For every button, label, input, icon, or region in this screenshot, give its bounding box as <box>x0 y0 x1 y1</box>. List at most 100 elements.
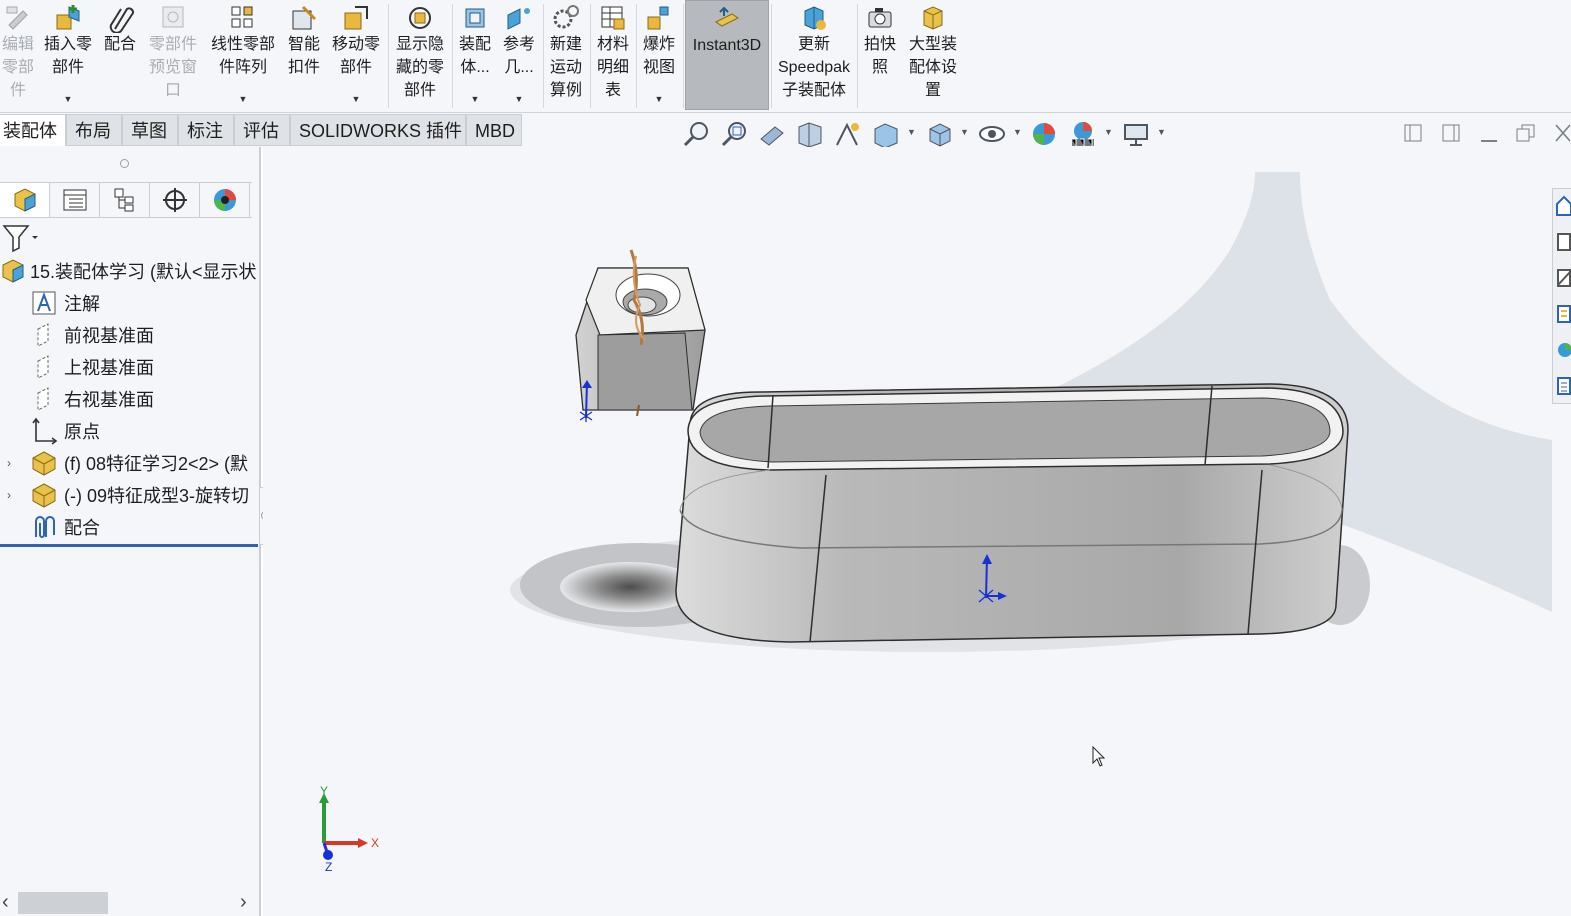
view-palette-icon[interactable] <box>1556 303 1571 325</box>
dimxpert-icon <box>162 188 187 212</box>
chevron-down-icon[interactable]: ▼ <box>352 94 361 104</box>
assembly-features-button[interactable]: 装配 体... ▼ <box>455 0 495 110</box>
edit-appearance-icon[interactable] <box>1029 119 1059 149</box>
plane-icon <box>37 387 49 411</box>
update-speedpak-button[interactable]: 更新 Speedpak 子装配体 <box>773 0 855 110</box>
file-explorer-icon[interactable] <box>1556 267 1571 289</box>
smart-fasteners-button[interactable]: 智能 扣件 <box>283 0 325 110</box>
split-left-icon[interactable] <box>1401 121 1425 145</box>
zoom-to-fit-icon[interactable] <box>682 119 712 149</box>
scroll-left-icon[interactable]: ‹ <box>2 891 9 914</box>
assembly-features-icon <box>465 8 485 28</box>
expand-chevron-icon[interactable]: › <box>2 456 16 470</box>
tree-item-right-plane[interactable]: 右视基准面 <box>0 383 259 415</box>
view-settings-icon[interactable] <box>1121 119 1151 149</box>
section-view-icon[interactable] <box>795 119 825 149</box>
insert-component-icon <box>56 5 80 30</box>
appearances-icon[interactable] <box>1556 339 1571 361</box>
tab-markup[interactable]: 标注 <box>178 114 234 146</box>
tree-item-part-09[interactable]: › (-) 09特征成型3-旋转切 <box>0 479 259 511</box>
tab-assembly[interactable]: 装配体 <box>0 114 66 146</box>
previous-view-icon[interactable] <box>757 119 787 149</box>
chevron-down-icon[interactable]: ▼ <box>1013 127 1022 137</box>
filter-icon[interactable] <box>2 223 40 253</box>
chevron-down-icon[interactable]: ▼ <box>239 94 248 104</box>
chevron-down-icon[interactable]: ▼ <box>1104 127 1113 137</box>
hide-show-items-icon[interactable] <box>977 119 1007 149</box>
tab-dimxpert-manager[interactable] <box>150 183 200 217</box>
insert-component-button[interactable]: 插入零 部件 ▼ <box>40 0 96 110</box>
ribbon-separator <box>636 4 637 108</box>
scroll-right-icon[interactable]: › <box>240 891 247 914</box>
tab-feature-manager[interactable] <box>0 183 50 217</box>
apply-scene-icon[interactable] <box>1068 119 1098 149</box>
smart-fasteners-icon <box>292 5 317 30</box>
tab-configuration-manager[interactable] <box>100 183 150 217</box>
reference-triad[interactable]: Y X Z <box>310 783 390 873</box>
instant3d-button[interactable]: Instant3D <box>685 0 769 110</box>
tab-mbd[interactable]: MBD <box>466 114 522 146</box>
panel-collapse-handle[interactable] <box>120 159 129 168</box>
component-preview-button[interactable]: 零部件 预览窗 口 <box>144 0 202 110</box>
chevron-down-icon[interactable]: ▼ <box>515 94 524 104</box>
show-hidden-components-button[interactable]: 显示隐 藏的零 部件 <box>392 0 448 110</box>
exploded-view-button[interactable]: 爆炸 视图 ▼ <box>638 0 680 110</box>
graphics-area[interactable]: Y X Z <box>263 147 1571 916</box>
new-motion-study-button[interactable]: 新建 运动 算例 <box>545 0 587 110</box>
chevron-down-icon[interactable]: ▼ <box>1157 127 1166 137</box>
tree-item-mates[interactable]: 配合 <box>0 511 259 543</box>
zoom-to-area-icon[interactable] <box>720 119 750 149</box>
triad-z-label: Z <box>325 860 332 873</box>
restore-icon[interactable] <box>1514 121 1538 145</box>
tab-evaluate[interactable]: 评估 <box>234 114 290 146</box>
chevron-down-icon[interactable]: ▼ <box>907 127 916 137</box>
chevron-down-icon[interactable]: ▼ <box>655 94 664 104</box>
tree-rollback-bar[interactable] <box>0 544 258 547</box>
large-assembly-settings-button[interactable]: 大型装 配体设 置 <box>903 0 963 110</box>
display-style-icon[interactable] <box>925 119 955 149</box>
reference-geometry-button[interactable]: 参考 几... ▼ <box>498 0 540 110</box>
bill-of-materials-button[interactable]: 材料 明细 表 <box>592 0 634 110</box>
close-icon[interactable] <box>1550 121 1571 145</box>
custom-properties-icon[interactable] <box>1556 375 1571 397</box>
tab-display-manager[interactable] <box>200 183 250 217</box>
solidworks-resources-icon[interactable] <box>1556 195 1571 217</box>
chevron-down-icon[interactable]: ▼ <box>960 127 969 137</box>
dynamic-annotation-icon[interactable] <box>833 119 863 149</box>
design-library-icon[interactable] <box>1556 231 1571 253</box>
tab-layout[interactable]: 布局 <box>66 114 122 146</box>
move-component-button[interactable]: 移动零 部件 ▼ <box>328 0 384 110</box>
bom-table-icon <box>601 6 625 30</box>
tree-item-part-08[interactable]: › (f) 08特征学习2<2> (默 <box>0 447 259 479</box>
ribbon-separator <box>543 4 544 108</box>
tree-item-front-plane[interactable]: 前视基准面 <box>0 319 259 351</box>
tab-sketch[interactable]: 草图 <box>122 114 178 146</box>
exploded-view-icon <box>647 6 669 30</box>
take-snapshot-button[interactable]: 拍快 照 <box>860 0 900 110</box>
mouse-cursor-icon <box>1092 746 1106 767</box>
linear-pattern-button[interactable]: 线性零部 件阵列 ▼ <box>206 0 280 110</box>
feature-tree: 15.装配体学习 (默认<显示状 注解 前视基准面 上视基准面 右视基准面 原点… <box>0 255 259 543</box>
tree-item-top-plane[interactable]: 上视基准面 <box>0 351 259 383</box>
triad-x-label: X <box>371 836 379 850</box>
edit-component-button[interactable]: 编辑 零部 件 <box>0 0 36 110</box>
tab-solidworks-addins[interactable]: SOLIDWORKS 插件 <box>290 114 466 146</box>
chevron-down-icon[interactable]: ▼ <box>64 94 73 104</box>
view-orientation-icon[interactable] <box>871 119 901 149</box>
annotations-icon <box>32 291 56 315</box>
tree-item-origin[interactable]: 原点 <box>0 415 259 447</box>
split-right-icon[interactable] <box>1439 121 1463 145</box>
expand-chevron-icon[interactable]: › <box>2 488 16 502</box>
tree-item-top-assembly[interactable]: 15.装配体学习 (默认<显示状 <box>0 255 259 287</box>
tree-item-annotations[interactable]: 注解 <box>0 287 259 319</box>
tray-part[interactable] <box>675 383 1349 643</box>
instant3d-icon <box>715 6 739 27</box>
minimize-icon[interactable] <box>1477 121 1501 145</box>
mate-button[interactable]: 配合 <box>100 0 140 110</box>
scrollbar-thumb[interactable] <box>18 892 108 914</box>
nut-part[interactable] <box>575 249 706 417</box>
horizontal-scrollbar[interactable]: ‹ › <box>0 891 259 915</box>
chevron-down-icon[interactable]: ▼ <box>471 94 480 104</box>
tab-property-manager[interactable] <box>50 183 100 217</box>
assembly-3d-view[interactable] <box>263 147 1571 916</box>
